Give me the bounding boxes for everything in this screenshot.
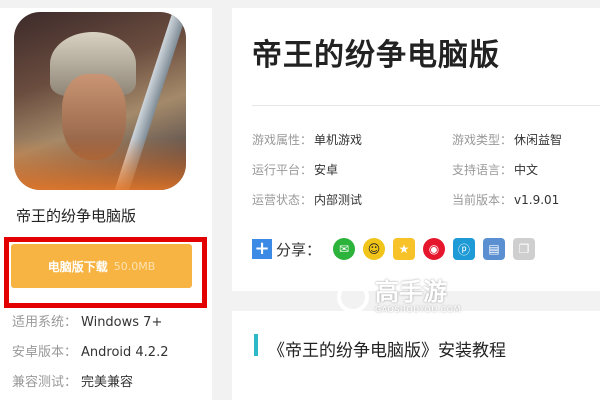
attr-value: 中文 <box>514 163 539 177</box>
attr-version: 当前版本： v1.9.01 <box>452 191 559 208</box>
info-row-android: 安卓版本： Android 4.2.2 <box>12 341 169 360</box>
watermark-cn: 高手游 <box>375 278 447 306</box>
watermark-en: GAOSHOUYOU.COM <box>375 305 462 314</box>
share-bar: + 分享： ✉ ☺ ★ ◉ ⓟ ▤ ❐ <box>252 238 543 260</box>
copy-icon[interactable]: ❐ <box>513 238 536 260</box>
pc-download-button[interactable]: 电脑版下载 50.0MB <box>11 244 192 288</box>
download-size: 50.0MB <box>113 259 156 273</box>
qq-icon[interactable]: ☺ <box>363 238 386 260</box>
divider <box>252 105 600 106</box>
attr-value: 内部测试 <box>314 193 363 207</box>
plus-icon[interactable]: + <box>252 239 272 259</box>
info-value: Windows 7+ <box>81 315 163 330</box>
attr-game-type: 游戏类型： 休闲益智 <box>452 131 562 148</box>
attr-language: 支持语言： 中文 <box>452 161 538 178</box>
weibo-icon[interactable]: ◉ <box>423 238 446 260</box>
attr-value: 休闲益智 <box>514 133 563 147</box>
attr-label: 当前版本： <box>452 193 513 207</box>
info-row-system: 适用系统： Windows 7+ <box>12 311 162 330</box>
info-label: 安卓版本： <box>12 345 78 360</box>
app-name: 帝王的纷争电脑版 <box>16 207 137 225</box>
page-title: 帝王的纷争电脑版 <box>252 38 500 73</box>
fire-art <box>14 138 186 190</box>
watermark: 高手游 GAOSHOUYOU.COM <box>337 279 461 314</box>
attr-label: 游戏类型： <box>452 133 513 147</box>
attr-value: v1.9.01 <box>514 193 560 207</box>
attr-value: 单机游戏 <box>314 133 363 147</box>
share-label: 分享： <box>276 240 322 259</box>
section-title: 《帝王的纷争电脑版》安装教程 <box>268 341 506 361</box>
attr-label: 游戏属性： <box>252 133 313 147</box>
info-label: 兼容测试： <box>12 375 78 390</box>
section-accent-bar <box>254 334 258 356</box>
attr-status: 运营状态： 内部测试 <box>252 191 362 208</box>
attr-label: 运行平台： <box>252 163 313 177</box>
wechat-icon[interactable]: ✉ <box>333 238 356 260</box>
attr-value: 安卓 <box>314 163 339 177</box>
qzone-icon[interactable]: ★ <box>393 238 416 260</box>
print-icon[interactable]: ▤ <box>483 238 506 260</box>
app-icon[interactable] <box>14 12 186 190</box>
watermark-logo-icon <box>337 280 369 313</box>
attr-label: 支持语言： <box>452 163 513 177</box>
info-label: 适用系统： <box>12 315 78 330</box>
attr-platform: 运行平台： 安卓 <box>252 161 338 178</box>
attr-label: 运营状态： <box>252 193 313 207</box>
download-label: 电脑版下载 <box>47 259 108 274</box>
watermark-text: 高手游 GAOSHOUYOU.COM <box>375 279 461 314</box>
tencent-weibo-icon[interactable]: ⓟ <box>453 238 476 260</box>
info-row-compat: 兼容测试： 完美兼容 <box>12 371 133 390</box>
info-value: Android 4.2.2 <box>81 345 169 360</box>
attr-game-property: 游戏属性： 单机游戏 <box>252 131 362 148</box>
info-value: 完美兼容 <box>81 375 134 390</box>
